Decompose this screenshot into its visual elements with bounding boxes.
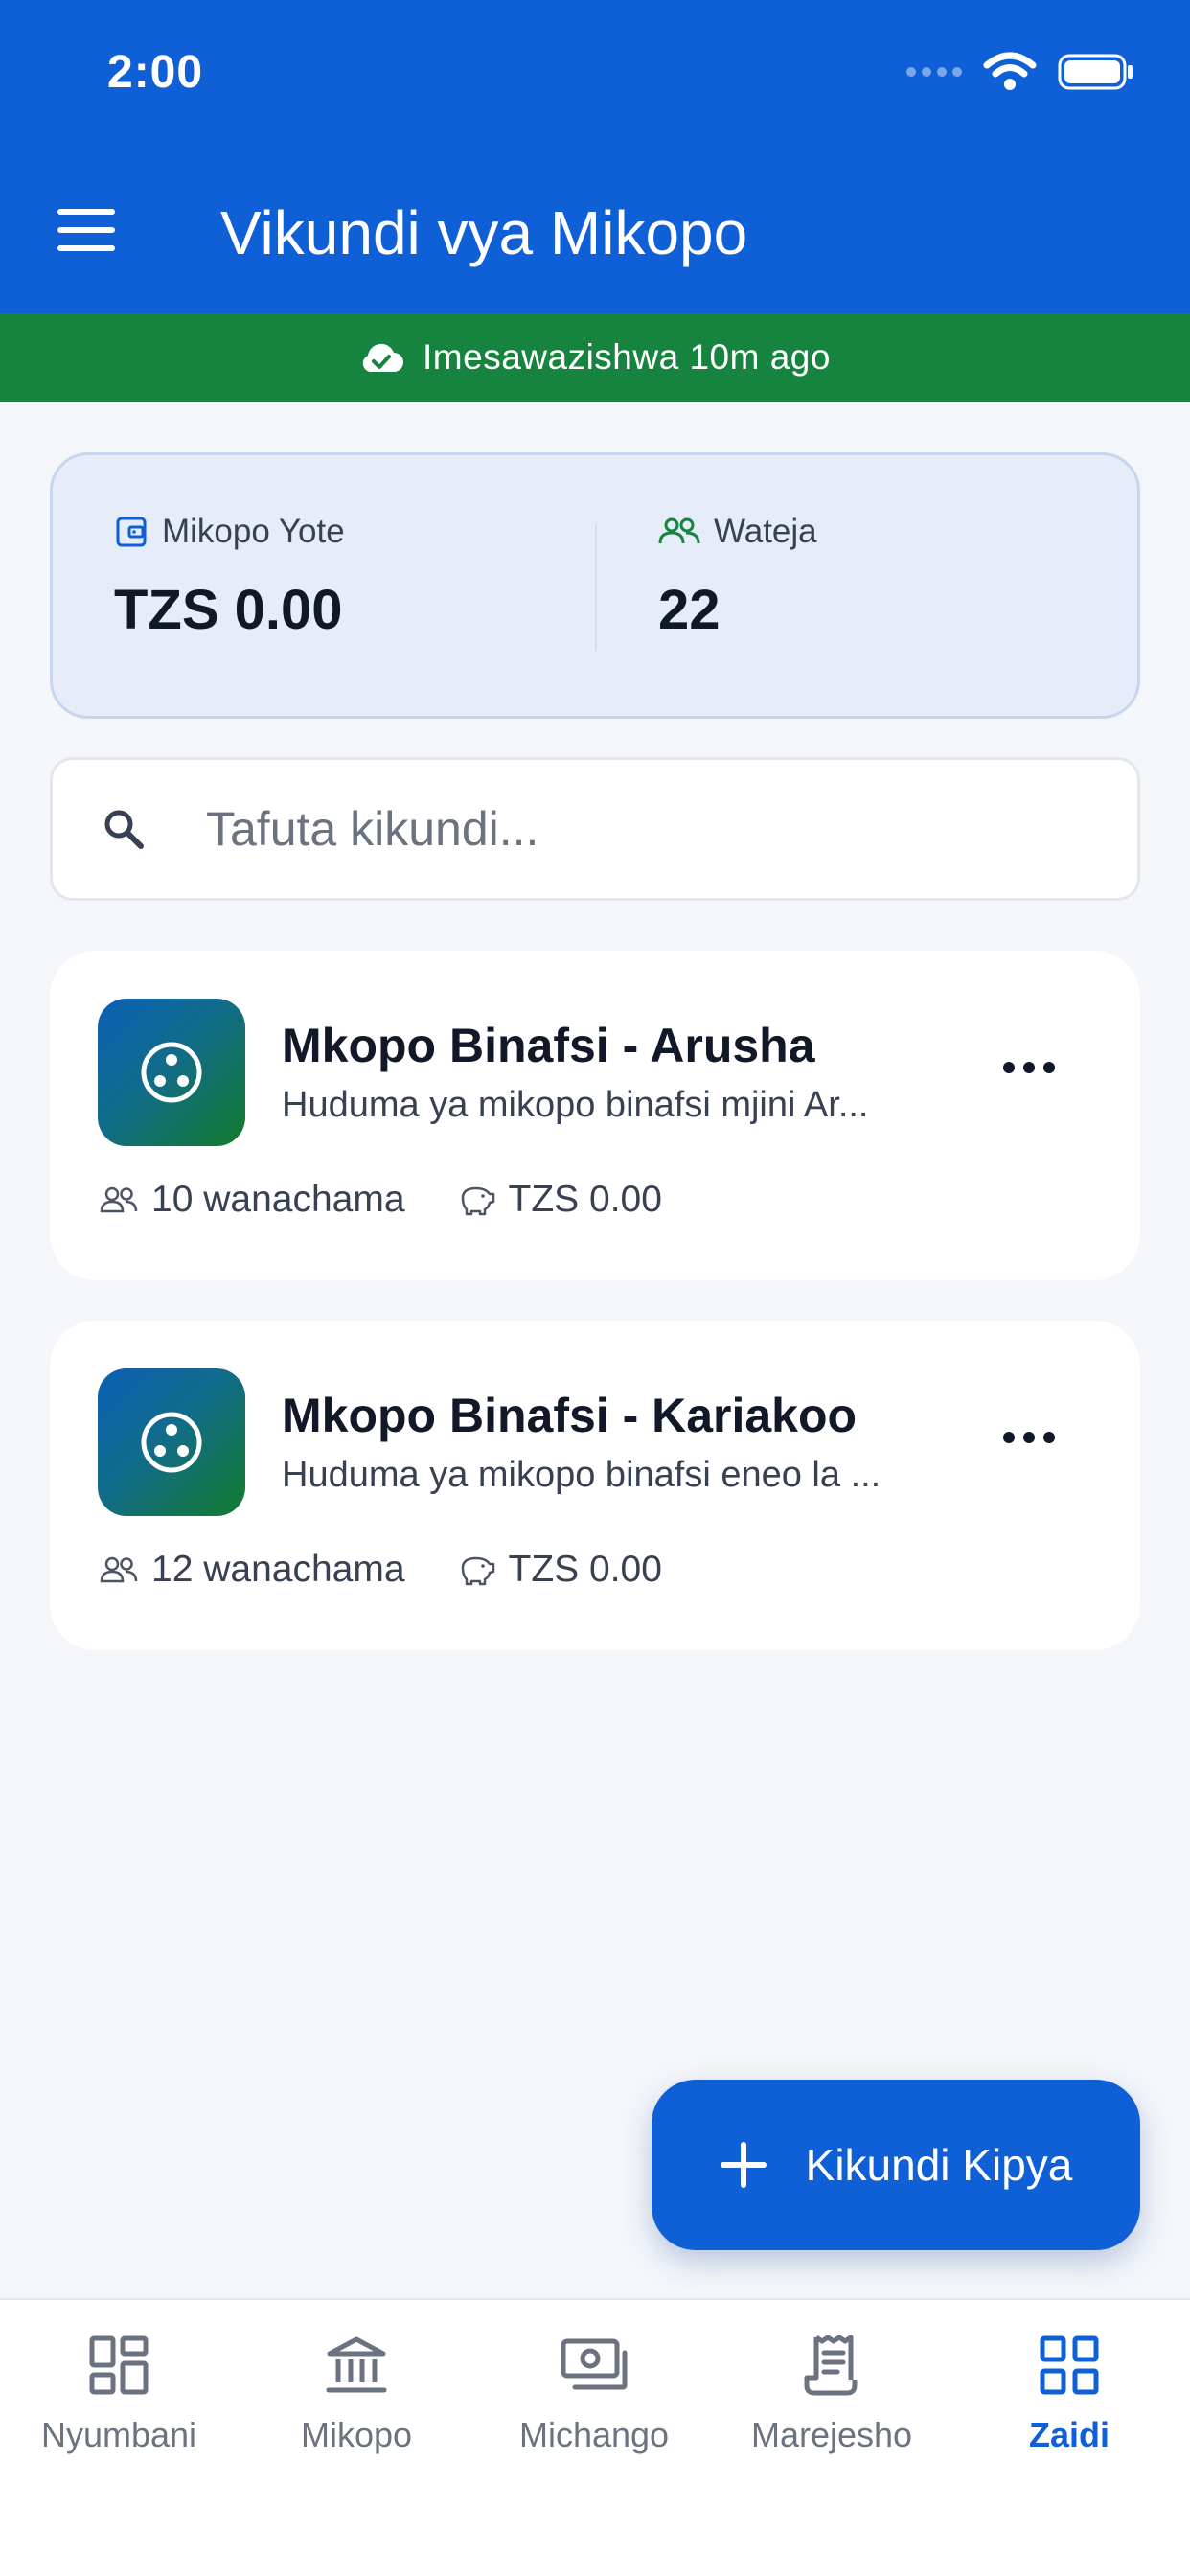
group-description: Huduma ya mikopo binafsi eneo la ... bbox=[282, 1455, 881, 1495]
group-circle-icon bbox=[141, 1412, 202, 1473]
app-bar: 2:00 Vikundi vya Mikopo bbox=[0, 0, 1190, 313]
hamburger-menu-icon bbox=[57, 209, 115, 251]
status-icons bbox=[906, 52, 1134, 92]
group-description: Huduma ya mikopo binafsi mjini Ar... bbox=[282, 1085, 869, 1125]
nav-label: Marejesho bbox=[750, 2415, 913, 2454]
more-options-button[interactable] bbox=[1000, 1416, 1058, 1459]
search-icon bbox=[101, 806, 147, 852]
nav-label: Michango bbox=[518, 2415, 670, 2454]
group-card[interactable]: Mkopo Binafsi - Kariakoo Huduma ya mikop… bbox=[50, 1321, 1140, 1650]
group-card[interactable]: Mkopo Binafsi - Arusha Huduma ya mikopo … bbox=[50, 951, 1140, 1280]
stat-value: 22 bbox=[658, 579, 721, 641]
cash-icon bbox=[561, 2338, 628, 2390]
bank-icon bbox=[326, 2336, 387, 2393]
group-meta: 10 wanachama TZS 0.00 bbox=[100, 1179, 662, 1221]
new-group-label: Kikundi Kipya bbox=[805, 2140, 1073, 2190]
divider bbox=[595, 524, 597, 651]
nav-item-marejesho[interactable]: Marejesho bbox=[713, 2327, 950, 2455]
piggy-bank-icon bbox=[461, 1556, 494, 1586]
menu-button[interactable] bbox=[50, 201, 123, 259]
signal-icon bbox=[906, 67, 962, 77]
nav-label: Nyumbani bbox=[40, 2415, 197, 2454]
nav-item-mikopo[interactable]: Mikopo bbox=[238, 2327, 475, 2455]
nav-item-nyumbani[interactable]: Nyumbani bbox=[0, 2327, 238, 2455]
group-name: Mkopo Binafsi - Kariakoo bbox=[282, 1389, 858, 1442]
more-horizontal-icon bbox=[1003, 1062, 1055, 1073]
sync-status-text: Imesawazishwa 10m ago bbox=[423, 337, 831, 377]
receipt-icon bbox=[804, 2334, 858, 2396]
bottom-navigation: Nyumbani Mikopo Michango Marejesho Zaidi bbox=[0, 2298, 1190, 2576]
group-amount: TZS 0.00 bbox=[508, 1179, 662, 1220]
group-amount: TZS 0.00 bbox=[508, 1549, 662, 1590]
member-count: 12 wanachama bbox=[151, 1549, 405, 1590]
page-title: Vikundi vya Mikopo bbox=[220, 198, 748, 267]
group-avatar bbox=[98, 999, 245, 1146]
wifi-icon bbox=[983, 52, 1037, 90]
stat-total-loans: Mikopo Yote TZS 0.00 bbox=[114, 513, 345, 642]
nav-label: Zaidi bbox=[1028, 2415, 1110, 2454]
group-name: Mkopo Binafsi - Arusha bbox=[282, 1019, 815, 1072]
grid-icon bbox=[1040, 2335, 1099, 2395]
plus-icon bbox=[720, 2142, 767, 2188]
more-options-button[interactable] bbox=[1000, 1046, 1058, 1089]
wallet-icon bbox=[116, 517, 147, 547]
stat-label: Mikopo Yote bbox=[162, 513, 345, 550]
nav-item-michango[interactable]: Michango bbox=[475, 2327, 713, 2455]
battery-icon bbox=[1058, 54, 1133, 90]
stat-value: TZS 0.00 bbox=[114, 579, 343, 641]
group-circle-icon bbox=[141, 1042, 202, 1103]
stat-label: Wateja bbox=[714, 513, 817, 550]
search-input[interactable] bbox=[206, 801, 1068, 857]
cloud-check-icon bbox=[362, 343, 404, 372]
stat-clients: Wateja 22 bbox=[658, 513, 817, 642]
new-group-button[interactable]: Kikundi Kipya bbox=[652, 2080, 1140, 2250]
members-icon bbox=[100, 1186, 138, 1213]
nav-item-zaidi[interactable]: Zaidi bbox=[950, 2327, 1188, 2455]
members-icon bbox=[100, 1556, 138, 1583]
more-horizontal-icon bbox=[1003, 1432, 1055, 1443]
summary-card: Mikopo Yote TZS 0.00 Wateja 22 bbox=[50, 452, 1140, 719]
dashboard-icon bbox=[89, 2335, 149, 2395]
piggy-bank-icon bbox=[461, 1186, 494, 1216]
group-meta: 12 wanachama TZS 0.00 bbox=[100, 1549, 662, 1591]
group-avatar bbox=[98, 1368, 245, 1516]
status-time: 2:00 bbox=[107, 47, 204, 98]
nav-label: Mikopo bbox=[300, 2415, 413, 2454]
member-count: 10 wanachama bbox=[151, 1179, 405, 1220]
sync-status-banner: Imesawazishwa 10m ago bbox=[0, 313, 1190, 402]
search-bar[interactable] bbox=[50, 757, 1140, 901]
users-icon bbox=[658, 518, 700, 544]
